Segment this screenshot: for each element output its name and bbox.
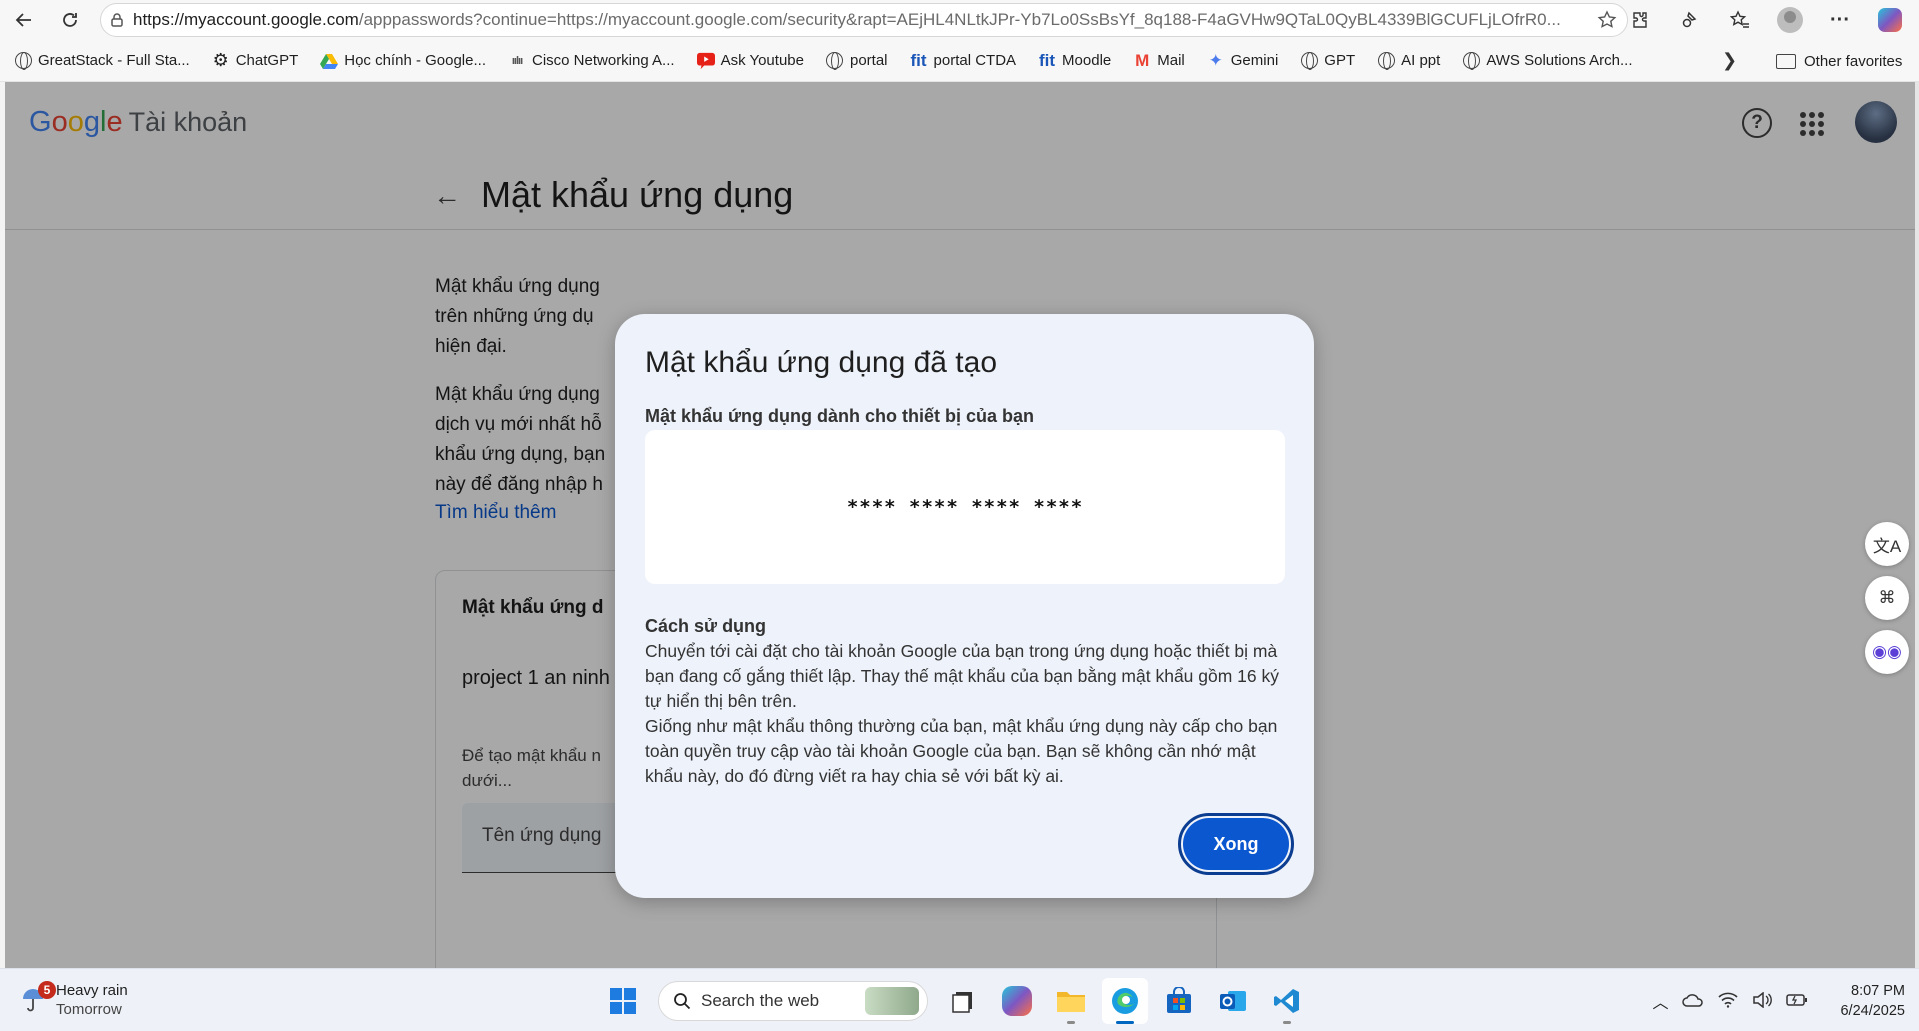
volume-icon[interactable]	[1752, 990, 1773, 1011]
url-text[interactable]: https://myaccount.google.com/apppassword…	[133, 10, 1573, 30]
bookmark-item[interactable]: AI ppt	[1377, 52, 1440, 70]
dialog-title: Mật khẩu ứng dụng đã tạo	[645, 346, 998, 379]
refresh-icon[interactable]	[52, 4, 88, 36]
bookmark-item[interactable]: M Mail	[1133, 50, 1185, 70]
favorites-icon[interactable]	[1717, 4, 1763, 36]
wifi-icon[interactable]	[1718, 992, 1739, 1011]
globe-icon	[826, 52, 844, 70]
app-password-dialog: Mật khẩu ứng dụng đã tạo Mật khẩu ứng dụ…	[615, 314, 1314, 898]
youtube-icon	[696, 52, 715, 70]
umbrella-icon: 5	[20, 981, 56, 1013]
search-highlight-icon	[865, 987, 919, 1015]
microsoft-store-icon[interactable]	[1156, 978, 1202, 1024]
edge-browser-icon[interactable]	[1102, 978, 1148, 1024]
usage-instructions: Chuyển tới cài đặt cho tài khoản Google …	[645, 641, 1279, 786]
clock[interactable]: 8:07 PM 6/24/2025	[1840, 981, 1905, 1021]
tools-grid-icon[interactable]: ⌘	[1865, 576, 1909, 620]
bookmark-item[interactable]: Học chính - Google...	[320, 52, 486, 70]
bookmark-item[interactable]: fit portal CTDA	[910, 50, 1016, 70]
bookmark-item[interactable]: GPT	[1300, 52, 1355, 70]
fit-icon: fit	[1039, 50, 1056, 70]
copilot-icon[interactable]	[1867, 4, 1913, 36]
other-favorites[interactable]: Other favorites	[1776, 40, 1902, 82]
weather-title: Heavy rain	[56, 982, 128, 999]
browser-toolbar: https://myaccount.google.com/apppassword…	[0, 0, 1919, 40]
google-drive-icon	[320, 52, 339, 70]
cisco-icon: ıılıı	[511, 54, 523, 67]
bookmarks-bar: GreatStack - Full Sta... ⚙ ChatGPT Học ch…	[0, 40, 1919, 82]
address-bar[interactable]: https://myaccount.google.com/apppassword…	[100, 3, 1628, 37]
search-icon	[674, 993, 691, 1010]
battery-icon[interactable]	[1786, 993, 1808, 1010]
taskbar-search[interactable]: Search the web	[658, 981, 928, 1021]
globe-icon	[14, 52, 32, 70]
bookmark-item[interactable]: ıılıı Cisco Networking A...	[508, 52, 675, 70]
gmail-icon: M	[1135, 50, 1150, 70]
outlook-icon[interactable]	[1210, 978, 1256, 1024]
chevron-up-icon[interactable]: ︿	[1652, 989, 1668, 1013]
vscode-icon[interactable]	[1264, 978, 1310, 1024]
browser-essentials-icon[interactable]	[1667, 4, 1713, 36]
windows-start-icon[interactable]	[600, 978, 646, 1024]
folder-icon	[1776, 53, 1796, 69]
weather-widget[interactable]: 5 Heavy rain Tomorrow	[20, 981, 128, 1019]
assistant-face-icon[interactable]: ◉◉	[1865, 630, 1909, 674]
bookmark-item[interactable]: ⚙ ChatGPT	[212, 50, 299, 70]
bookmark-item[interactable]: AWS Solutions Arch...	[1462, 52, 1633, 70]
gemini-icon: ✦	[1208, 50, 1223, 70]
weather-subtitle: Tomorrow	[56, 1001, 122, 1018]
bookmark-item[interactable]: Ask Youtube	[696, 52, 804, 70]
extensions-icon[interactable]	[1617, 4, 1663, 36]
bookmark-item[interactable]: GreatStack - Full Sta...	[14, 52, 190, 70]
chatgpt-icon: ⚙	[212, 50, 229, 70]
done-button[interactable]: Xong	[1178, 813, 1294, 875]
globe-icon	[1462, 52, 1480, 70]
bookmark-item[interactable]: ✦ Gemini	[1207, 50, 1279, 70]
windows-taskbar: 5 Heavy rain Tomorrow Search the web ︿ 8…	[0, 968, 1919, 1031]
profile-icon[interactable]	[1767, 4, 1813, 36]
fit-icon: fit	[910, 50, 927, 70]
sidebar-edge	[1915, 82, 1919, 968]
globe-icon	[1300, 52, 1318, 70]
site-info-icon[interactable]	[101, 12, 133, 28]
favorite-star-icon[interactable]	[1597, 10, 1617, 35]
bookmark-item[interactable]: portal	[826, 52, 888, 70]
task-view-icon[interactable]	[940, 978, 986, 1024]
usage-title: Cách sử dụng	[645, 616, 767, 636]
bookmark-item[interactable]: fit Moodle	[1038, 50, 1111, 70]
file-explorer-icon[interactable]	[1048, 978, 1094, 1024]
weather-badge: 5	[38, 981, 56, 999]
more-menu-icon[interactable]: ···	[1817, 4, 1863, 36]
generated-password[interactable]: **** **** **** ****	[847, 496, 1083, 518]
onedrive-icon[interactable]	[1682, 993, 1704, 1010]
globe-icon	[1377, 52, 1395, 70]
chevron-right-icon[interactable]: ❯	[1722, 50, 1737, 71]
translate-icon[interactable]: 文A	[1865, 522, 1909, 566]
back-icon[interactable]	[6, 4, 42, 36]
password-label: Mật khẩu ứng dụng dành cho thiết bị của …	[645, 406, 1035, 426]
password-box[interactable]: **** **** **** ****	[645, 430, 1285, 584]
page-content: Google Tài khoản ? ← Mật khẩu ứng dụng M…	[5, 82, 1915, 968]
system-tray: ︿ 8:07 PM 6/24/2025	[1652, 977, 1905, 1025]
copilot-app-icon[interactable]	[994, 978, 1040, 1024]
